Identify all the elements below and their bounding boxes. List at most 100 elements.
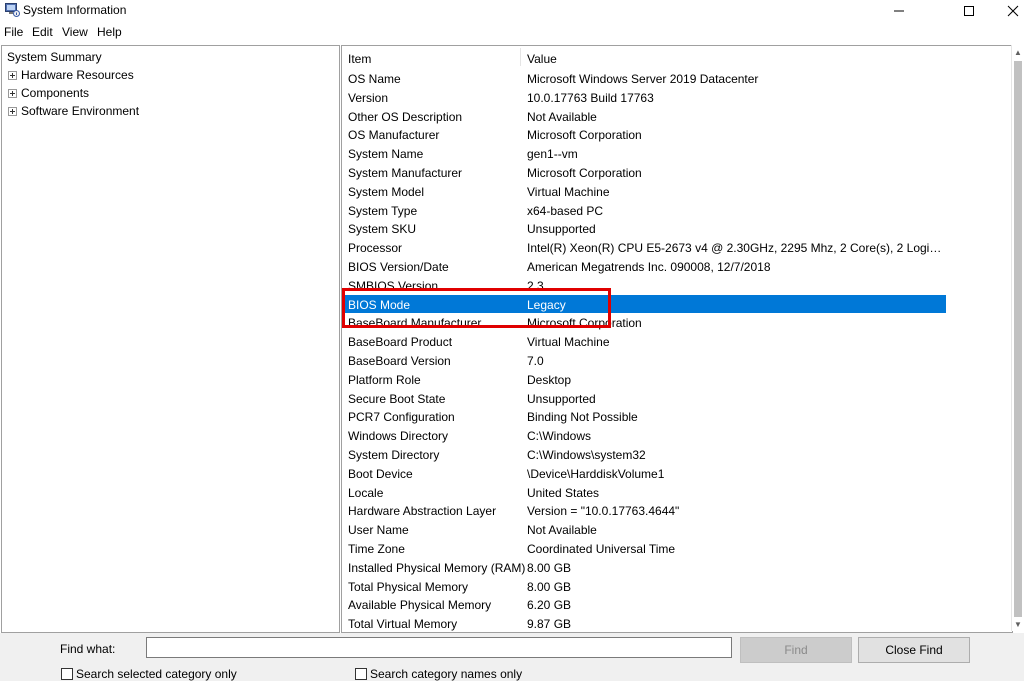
find-bar: Find what: Find Close Find Search select… [0, 633, 1024, 681]
find-what-input[interactable] [146, 637, 732, 658]
row-value: 10.0.17763 Build 17763 [527, 90, 654, 105]
expand-icon[interactable] [8, 106, 17, 116]
window-title: System Information [23, 3, 127, 17]
row-item: Version [348, 90, 389, 105]
row-item: OS Manufacturer [348, 128, 440, 143]
table-row[interactable]: Secure Boot State Unsupported [342, 389, 946, 408]
close-find-button[interactable]: Close Find [858, 637, 970, 663]
row-item: Total Physical Memory [348, 579, 469, 594]
row-item: System Type [348, 203, 418, 218]
table-row[interactable]: OS Manufacturer Microsoft Corporation [342, 125, 946, 144]
table-row[interactable]: User Name Not Available [342, 520, 946, 539]
row-value: Coordinated Universal Time [527, 541, 676, 556]
row-value: Unsupported [527, 222, 596, 237]
menu-view[interactable]: View [62, 25, 88, 39]
tree-item-hardware-resources[interactable]: Hardware Resources [8, 67, 134, 83]
tree-item-software-environment[interactable]: Software Environment [8, 103, 139, 119]
details-list[interactable]: Item Value OS Name Microsoft Windows Serv… [341, 45, 1013, 633]
checkbox-box[interactable] [355, 668, 367, 680]
row-item: Windows Directory [348, 429, 449, 444]
maximize-button[interactable] [946, 0, 992, 22]
table-row[interactable]: Locale United States [342, 483, 946, 502]
menu-edit[interactable]: Edit [32, 25, 53, 39]
table-row[interactable]: Windows Directory C:\Windows [342, 426, 946, 445]
column-divider[interactable] [520, 48, 521, 66]
tree-item-components[interactable]: Components [8, 85, 89, 101]
table-row[interactable]: Time Zone Coordinated Universal Time [342, 539, 946, 558]
row-item: BaseBoard Version [348, 353, 451, 368]
row-value: Intel(R) Xeon(R) CPU E5-2673 v4 @ 2.30GH… [527, 241, 945, 256]
table-row[interactable]: System Directory C:\Windows\system32 [342, 445, 946, 464]
table-row[interactable]: Installed Physical Memory (RAM) 8.00 GB [342, 558, 946, 577]
scroll-up-icon[interactable]: ▲ [1014, 49, 1022, 57]
scroll-down-icon[interactable]: ▼ [1014, 621, 1022, 629]
row-value: 8.00 GB [527, 560, 572, 575]
details-rows: OS Name Microsoft Windows Server 2019 Dat… [342, 69, 946, 632]
table-row[interactable]: System Name gen1--vm [342, 144, 946, 163]
column-header-value[interactable]: Value [527, 52, 557, 66]
table-row[interactable]: System SKU Unsupported [342, 219, 946, 238]
checkbox-box[interactable] [61, 668, 73, 680]
search-category-names-checkbox[interactable]: Search category names only [355, 667, 522, 681]
row-value: 7.0 [527, 353, 544, 368]
vertical-scrollbar[interactable]: ▲ ▼ [1011, 45, 1024, 631]
table-row[interactable]: System Model Virtual Machine [342, 182, 946, 201]
row-item: System Name [348, 147, 424, 162]
find-what-label: Find what: [60, 642, 116, 656]
column-header-item[interactable]: Item [348, 52, 371, 66]
table-row[interactable]: PCR7 Configuration Binding Not Possible [342, 407, 946, 426]
row-value: gen1--vm [527, 147, 578, 162]
tree-item-system-summary[interactable]: System Summary [7, 50, 102, 64]
row-value: American Megatrends Inc. 090008, 12/7/20… [527, 259, 771, 274]
table-row[interactable]: Platform Role Desktop [342, 370, 946, 389]
expand-icon[interactable] [8, 70, 17, 80]
row-item: Hardware Abstraction Layer [348, 504, 497, 519]
row-value: Unsupported [527, 391, 596, 406]
row-value: Binding Not Possible [527, 410, 638, 425]
row-item: Secure Boot State [348, 391, 446, 406]
tree-item-label: Hardware Resources [21, 68, 134, 82]
minimize-button[interactable] [876, 0, 922, 22]
row-value: 8.00 GB [527, 579, 572, 594]
close-button[interactable] [990, 0, 1024, 22]
row-value: C:\Windows [527, 429, 592, 444]
row-value: x64-based PC [527, 203, 604, 218]
category-tree[interactable]: System Summary Hardware Resources Compon… [1, 45, 340, 633]
menu-file[interactable]: File [4, 25, 23, 39]
row-item: Platform Role [348, 372, 421, 387]
table-row[interactable]: Version 10.0.17763 Build 17763 [342, 88, 946, 107]
table-row[interactable]: OS Name Microsoft Windows Server 2019 Dat… [342, 69, 946, 88]
menu-help[interactable]: Help [97, 25, 122, 39]
row-value: Microsoft Windows Server 2019 Datacenter [527, 72, 759, 86]
row-item: User Name [348, 523, 409, 538]
table-row[interactable]: Hardware Abstraction Layer Version = "10.… [342, 501, 946, 520]
table-row[interactable]: Total Physical Memory 8.00 GB [342, 577, 946, 596]
row-value: Microsoft Corporation [527, 165, 642, 180]
close-icon [1007, 5, 1019, 17]
table-row[interactable]: Processor Intel(R) Xeon(R) CPU E5-2673 v4… [342, 238, 946, 257]
row-item: Locale [348, 485, 384, 500]
table-row[interactable]: Total Virtual Memory 9.87 GB [342, 614, 946, 632]
table-row[interactable]: Available Physical Memory 6.20 GB [342, 595, 946, 614]
expand-icon[interactable] [8, 88, 17, 98]
row-item: BaseBoard Product [348, 335, 453, 350]
table-row[interactable]: Boot Device \Device\HarddiskVolume1 [342, 464, 946, 483]
table-row[interactable]: BaseBoard Version 7.0 [342, 351, 946, 370]
scroll-thumb[interactable] [1014, 61, 1022, 617]
table-row[interactable]: System Type x64-based PC [342, 201, 946, 220]
search-selected-category-checkbox[interactable]: Search selected category only [61, 667, 237, 681]
table-row[interactable]: System Manufacturer Microsoft Corporation [342, 163, 946, 182]
table-row[interactable]: Other OS Description Not Available [342, 107, 946, 126]
row-item: Processor [348, 241, 403, 256]
find-button[interactable]: Find [740, 637, 852, 663]
checkbox-label: Search selected category only [76, 667, 237, 681]
row-item: Time Zone [348, 541, 405, 556]
row-item: Total Virtual Memory [348, 617, 458, 632]
row-value: United States [527, 485, 600, 500]
row-value: 6.20 GB [527, 598, 572, 613]
row-item: Available Physical Memory [348, 598, 492, 613]
maximize-icon [964, 6, 974, 16]
table-row[interactable]: BIOS Version/Date American Megatrends Inc… [342, 257, 946, 276]
table-row[interactable]: BaseBoard Product Virtual Machine [342, 332, 946, 351]
row-value: Microsoft Corporation [527, 128, 642, 143]
